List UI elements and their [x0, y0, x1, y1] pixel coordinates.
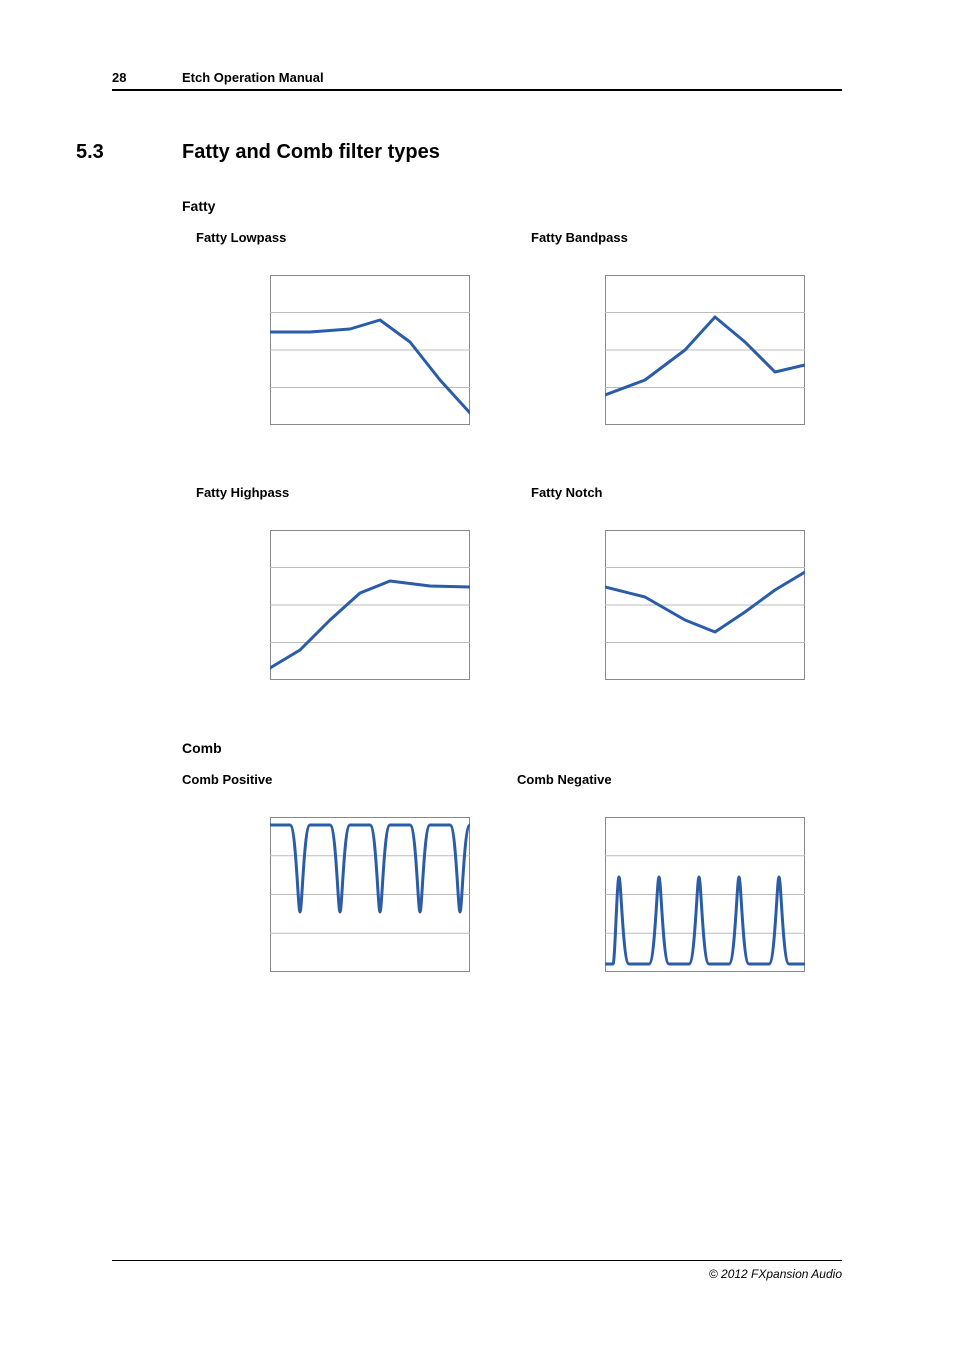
copyright-text: © 2012 FXpansion Audio	[709, 1267, 842, 1281]
chart-fatty-lowpass	[270, 275, 507, 425]
section-number: 5.3	[76, 141, 182, 164]
chart-label-fatty-bandpass: Fatty Bandpass	[531, 230, 842, 245]
section-title: Fatty and Comb filter types	[182, 141, 440, 164]
section-heading: 5.3 Fatty and Comb filter types	[76, 141, 842, 164]
chart-fatty-notch	[605, 530, 842, 680]
group-heading-fatty: Fatty	[182, 198, 842, 214]
page-footer: © 2012 FXpansion Audio	[112, 1260, 842, 1281]
page-header: 28 Etch Operation Manual	[112, 70, 842, 91]
chart-comb-positive	[270, 817, 507, 972]
chart-label-fatty-lowpass: Fatty Lowpass	[196, 230, 507, 245]
chart-label-fatty-notch: Fatty Notch	[531, 485, 842, 500]
chart-label-comb-positive: Comb Positive	[182, 772, 507, 787]
document-title: Etch Operation Manual	[182, 70, 324, 85]
chart-fatty-highpass	[270, 530, 507, 680]
chart-label-comb-negative: Comb Negative	[517, 772, 842, 787]
chart-comb-negative	[605, 817, 842, 972]
chart-fatty-bandpass	[605, 275, 842, 425]
page-number: 28	[112, 70, 182, 85]
group-heading-comb: Comb	[182, 740, 842, 756]
chart-label-fatty-highpass: Fatty Highpass	[196, 485, 507, 500]
